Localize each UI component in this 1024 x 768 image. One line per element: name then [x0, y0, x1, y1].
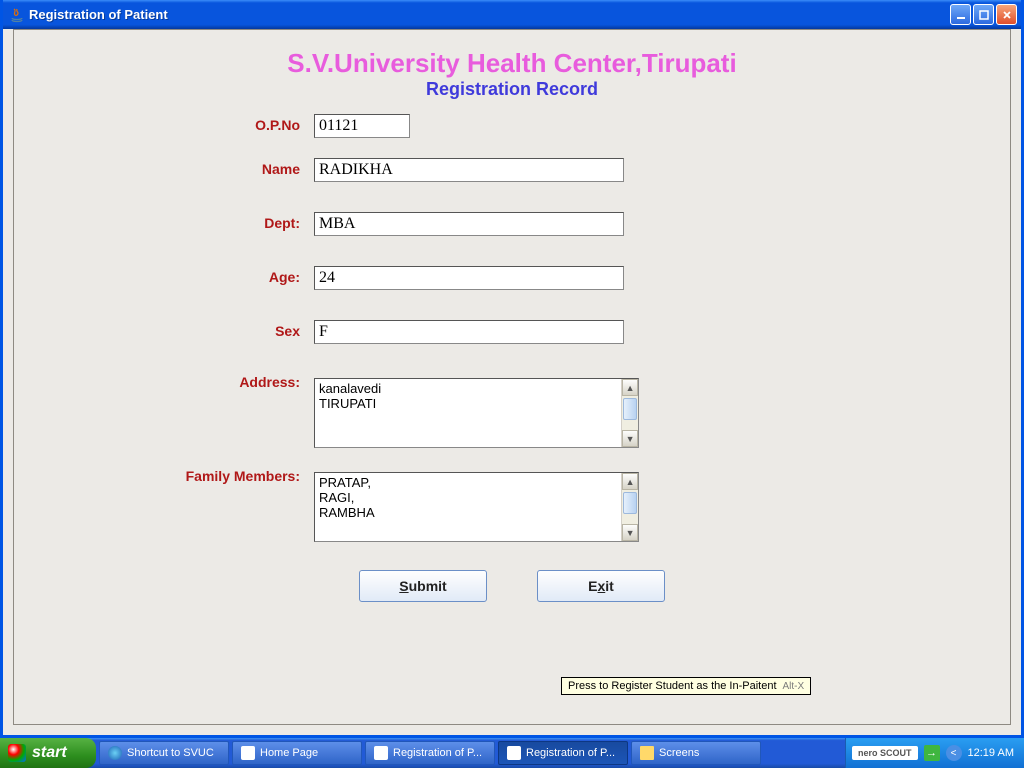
java-icon: [374, 746, 388, 760]
address-field[interactable]: [315, 379, 621, 447]
address-scrollbar[interactable]: ▲ ▼: [621, 379, 638, 447]
family-label: Family Members:: [14, 468, 314, 484]
age-field[interactable]: [314, 266, 624, 290]
scroll-down-icon[interactable]: ▼: [622, 524, 638, 541]
tray-arrow-icon[interactable]: →: [924, 745, 940, 761]
java-icon: [9, 7, 25, 23]
family-scrollbar[interactable]: ▲ ▼: [621, 473, 638, 541]
taskbar[interactable]: start Shortcut to SVUC Home Page Registr…: [0, 738, 1024, 768]
address-label: Address:: [14, 374, 314, 390]
close-button[interactable]: [996, 4, 1017, 25]
content-panel: S.V.University Health Center,Tirupati Re…: [13, 29, 1011, 725]
name-label: Name: [14, 158, 314, 177]
exit-button[interactable]: Exit: [537, 570, 665, 602]
page-header: S.V.University Health Center,Tirupati Re…: [14, 30, 1010, 100]
java-icon: [507, 746, 521, 760]
address-wrapper: ▲ ▼: [314, 378, 639, 448]
page-subtitle: Registration Record: [14, 79, 1010, 100]
family-wrapper: ▲ ▼: [314, 472, 639, 542]
dept-label: Dept:: [14, 212, 314, 231]
windows-logo-icon: [8, 744, 26, 762]
system-tray[interactable]: nero SCOUT → < 12:19 AM: [845, 738, 1024, 768]
tooltip-text: Press to Register Student as the In-Pait…: [568, 680, 777, 692]
page-title: S.V.University Health Center,Tirupati: [14, 48, 1010, 79]
exit-tooltip: Press to Register Student as the In-Pait…: [561, 677, 811, 695]
name-field[interactable]: [314, 158, 624, 182]
window-controls: [950, 4, 1017, 25]
start-label: start: [32, 744, 67, 762]
ie-icon: [108, 746, 122, 760]
sex-label: Sex: [14, 320, 314, 339]
sex-field[interactable]: [314, 320, 624, 344]
start-button[interactable]: start: [0, 738, 96, 768]
dept-field[interactable]: [314, 212, 624, 236]
tooltip-accel: Alt-X: [783, 681, 805, 692]
opno-field[interactable]: [314, 114, 410, 138]
window-title: Registration of Patient: [29, 7, 950, 22]
opno-label: O.P.No: [14, 114, 314, 133]
taskbar-item[interactable]: Registration of P...: [365, 741, 495, 765]
tray-expand-icon[interactable]: <: [946, 745, 962, 761]
titlebar[interactable]: Registration of Patient: [3, 0, 1021, 29]
scroll-up-icon[interactable]: ▲: [622, 379, 638, 396]
scroll-thumb[interactable]: [623, 492, 637, 514]
taskbar-item[interactable]: Home Page: [232, 741, 362, 765]
registration-form: O.P.No Name Dept: Age: Sex Address:: [14, 114, 1010, 602]
scroll-up-icon[interactable]: ▲: [622, 473, 638, 490]
age-label: Age:: [14, 266, 314, 285]
family-field[interactable]: [315, 473, 621, 541]
scroll-down-icon[interactable]: ▼: [622, 430, 638, 447]
taskbar-item[interactable]: Shortcut to SVUC: [99, 741, 229, 765]
maximize-button[interactable]: [973, 4, 994, 25]
submit-button[interactable]: Submit: [359, 570, 487, 602]
nero-tray-icon[interactable]: nero SCOUT: [852, 746, 918, 760]
button-row: Submit Exit: [14, 570, 1010, 602]
taskbar-item-active[interactable]: Registration of P...: [498, 741, 628, 765]
minimize-button[interactable]: [950, 4, 971, 25]
scroll-thumb[interactable]: [623, 398, 637, 420]
folder-icon: [640, 746, 654, 760]
taskbar-item[interactable]: Screens: [631, 741, 761, 765]
tray-clock: 12:19 AM: [968, 747, 1014, 759]
app-window: Registration of Patient S.V.University H…: [0, 0, 1024, 738]
java-icon: [241, 746, 255, 760]
